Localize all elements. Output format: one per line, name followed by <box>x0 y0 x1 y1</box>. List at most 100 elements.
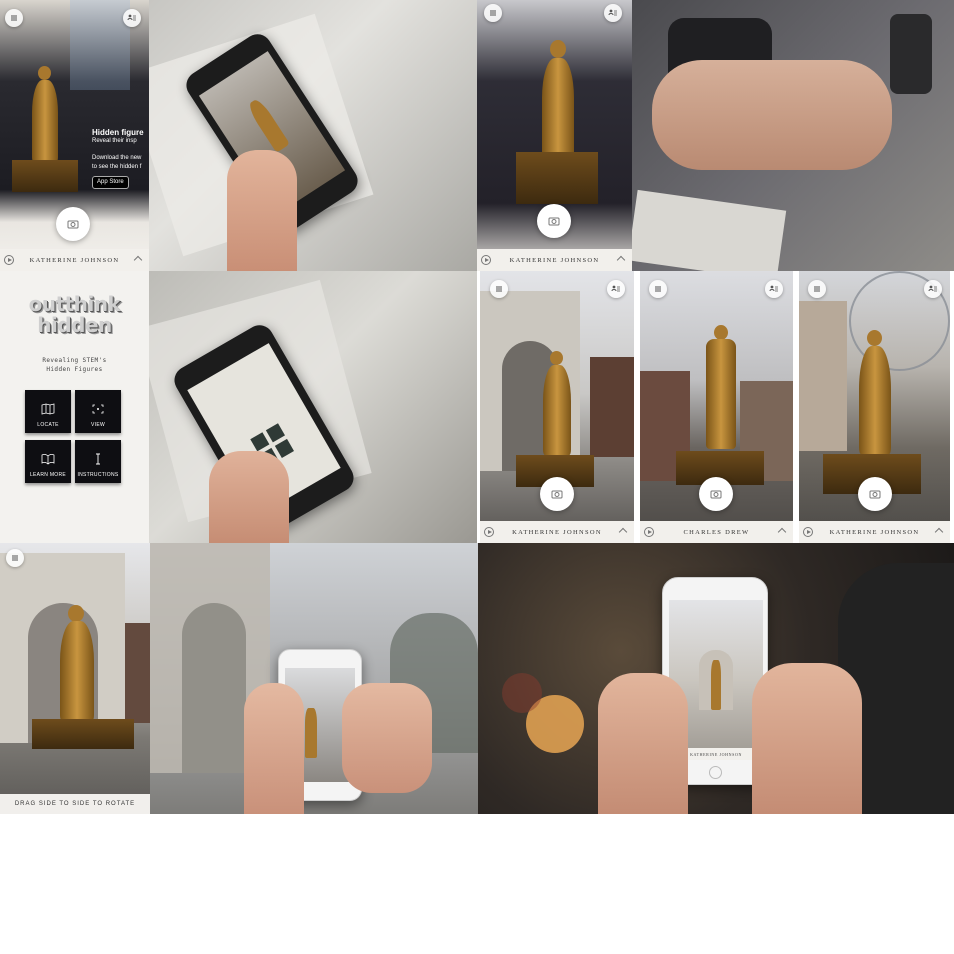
statue-pedestal <box>516 152 598 204</box>
menu-icon[interactable] <box>6 549 24 567</box>
figure-info-bar[interactable]: CHARLES DREW <box>640 521 793 543</box>
statue-body <box>60 621 94 721</box>
learn-more-button[interactable]: LEARN MORE <box>25 440 71 483</box>
photo-collage: Hidden figure Reveal their insp Download… <box>0 0 954 954</box>
app-logo: outthink hidden <box>0 294 149 336</box>
arch-opening <box>182 603 246 773</box>
play-icon[interactable] <box>481 255 491 265</box>
camera-shutter-button[interactable] <box>858 477 892 511</box>
locate-button[interactable]: LOCATE <box>25 390 71 433</box>
figure-name-label: KATHERINE JOHNSON <box>512 528 602 536</box>
hand <box>209 451 289 543</box>
statue-head <box>38 66 51 80</box>
statue-body <box>859 346 891 454</box>
app-screen-charles-drew-ar: CHARLES DREW <box>640 271 793 543</box>
map-icon <box>41 403 55 415</box>
people-list-icon[interactable] <box>123 9 141 27</box>
camera-shutter-button[interactable] <box>537 204 571 238</box>
figure-info-bar[interactable]: KATHERINE JOHNSON <box>0 249 149 271</box>
photo-phone-at-arch <box>150 543 478 814</box>
cursor-icon <box>96 453 100 465</box>
view-button[interactable]: VIEW <box>75 390 121 433</box>
play-icon[interactable] <box>484 527 494 537</box>
katherine-johnson-statue <box>512 40 602 210</box>
menu-icon[interactable] <box>5 9 23 27</box>
chevron-up-icon[interactable] <box>777 527 787 537</box>
screen-menu-tile <box>274 438 294 458</box>
play-icon[interactable] <box>644 527 654 537</box>
screen-menu-tile <box>265 423 285 443</box>
app-screen-unisphere-ar: KATHERINE JOHNSON <box>799 271 950 543</box>
right-hand <box>342 683 432 793</box>
play-icon[interactable] <box>4 255 14 265</box>
magazine-body-1: Download the new <box>92 155 142 161</box>
learn-more-label: LEARN MORE <box>29 472 67 478</box>
instructions-button[interactable]: INSTRUCTIONS <box>75 440 121 483</box>
screen-statue <box>245 97 290 153</box>
statue-pedestal <box>32 719 134 749</box>
book-icon <box>41 453 55 465</box>
katherine-johnson-statue <box>10 60 80 200</box>
chevron-up-icon[interactable] <box>934 527 944 537</box>
photo-phone-closeup: KATHERINE JOHNSON <box>478 543 954 814</box>
camera-icon <box>710 490 722 499</box>
left-hand <box>598 673 688 814</box>
statue-head <box>867 330 882 346</box>
figure-name-label: CHARLES DREW <box>683 528 750 536</box>
statue-head <box>714 325 728 340</box>
hands <box>652 60 892 170</box>
camera-icon <box>548 217 560 226</box>
people-list-icon[interactable] <box>765 280 783 298</box>
bokeh-light <box>502 673 542 713</box>
camera-icon <box>551 490 563 499</box>
app-store-badge: App Store <box>92 176 129 189</box>
left-hand <box>244 683 304 814</box>
statue-head <box>68 605 84 622</box>
chevron-up-icon[interactable] <box>616 255 626 265</box>
people-list-icon[interactable] <box>607 280 625 298</box>
app-screen-magazine-ar: Hidden figure Reveal their insp Download… <box>0 0 149 271</box>
photo-hands-phone-watch <box>632 0 954 271</box>
figure-name-label: KATHERINE JOHNSON <box>29 256 120 264</box>
photo-phone-showing-menu <box>149 271 477 543</box>
play-icon[interactable] <box>803 527 813 537</box>
figure-info-bar[interactable]: KATHERINE JOHNSON <box>799 521 950 543</box>
camera-icon <box>67 220 79 229</box>
magazine-tagline: Reveal their insp <box>92 138 137 144</box>
app-screen-arch-ar: KATHERINE JOHNSON <box>480 271 634 543</box>
figure-info-bar[interactable]: KATHERINE JOHNSON <box>480 521 634 543</box>
app-screen-statue-closeup: KATHERINE JOHNSON <box>477 0 632 271</box>
camera-icon <box>869 490 881 499</box>
subtitle-line-2: Hidden Figures <box>46 366 103 373</box>
people-list-icon[interactable] <box>604 4 622 22</box>
camera-shutter-button[interactable] <box>56 207 90 241</box>
menu-icon[interactable] <box>808 280 826 298</box>
statue-body <box>542 58 574 158</box>
katherine-johnson-statue <box>510 351 600 491</box>
app-screen-rotate-view: DRAG SIDE TO SIDE TO ROTATE <box>0 543 150 814</box>
screen-statue <box>305 708 317 758</box>
wristwatch <box>890 14 932 94</box>
rotate-instruction-bar: DRAG SIDE TO SIDE TO ROTATE <box>0 794 150 814</box>
chevron-up-icon[interactable] <box>618 527 628 537</box>
statue-body <box>706 339 736 449</box>
statue-body <box>543 365 571 455</box>
menu-icon[interactable] <box>484 4 502 22</box>
camera-shutter-button[interactable] <box>540 477 574 511</box>
figure-info-bar[interactable]: KATHERINE JOHNSON <box>477 249 632 271</box>
statue-head <box>550 40 566 58</box>
home-button[interactable] <box>709 766 722 779</box>
subtitle-line-1: Revealing STEM's <box>42 357 107 364</box>
katherine-johnson-statue <box>28 583 138 753</box>
chevron-up-icon[interactable] <box>133 255 143 265</box>
camera-shutter-button[interactable] <box>699 477 733 511</box>
screen-menu-tile <box>250 432 270 452</box>
people-list-icon[interactable] <box>924 280 942 298</box>
statue-pedestal <box>12 160 78 192</box>
newspaper <box>632 189 787 271</box>
screen-figure-label: KATHERINE JOHNSON <box>690 751 742 757</box>
app-home-menu: outthink hidden Revealing STEM's Hidden … <box>0 271 149 543</box>
magazine-ad-text: Hidden figure Reveal their insp Download… <box>92 128 149 204</box>
menu-icon[interactable] <box>490 280 508 298</box>
menu-icon[interactable] <box>649 280 667 298</box>
